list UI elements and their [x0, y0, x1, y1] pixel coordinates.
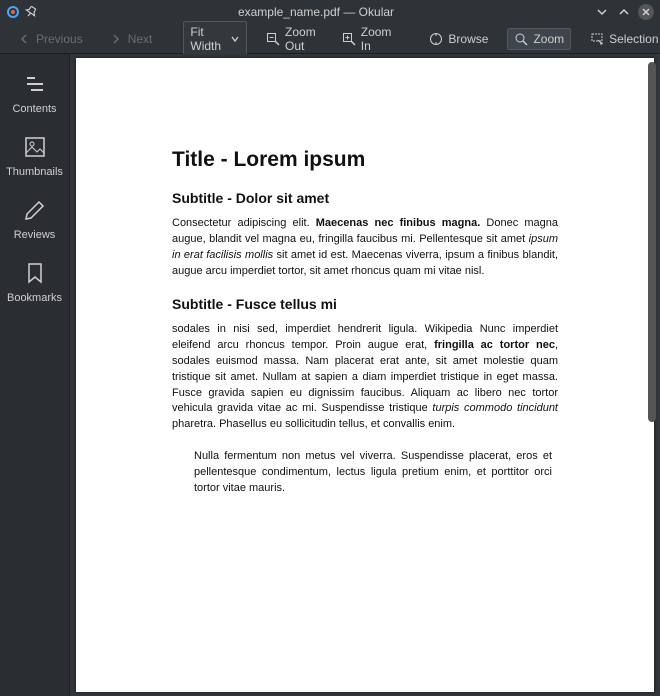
page-number: 1	[76, 527, 654, 696]
chevron-down-icon	[230, 32, 240, 46]
thumbnails-icon	[21, 133, 49, 161]
toolbar: Previous Next Fit Width Zoom Out Zoom In…	[0, 24, 660, 54]
sidebar-item-reviews[interactable]: Reviews	[0, 186, 69, 249]
window-title: example_name.pdf — Okular	[45, 5, 587, 19]
zoom-in-icon	[342, 32, 356, 46]
zoom-in-button[interactable]: Zoom In	[335, 21, 399, 57]
zoom-in-label: Zoom In	[361, 25, 392, 53]
doc-paragraph-1: Consectetur adipiscing elit. Maecenas ne…	[172, 216, 558, 280]
browse-label: Browse	[448, 32, 488, 46]
doc-blockquote: Nulla fermentum non metus vel viverra. S…	[194, 449, 558, 497]
document-page: Title - Lorem ipsum Subtitle - Dolor sit…	[76, 58, 654, 692]
zoom-level-dropdown[interactable]: Fit Width	[183, 21, 247, 57]
app-icons	[6, 5, 38, 19]
browse-button[interactable]: Browse	[422, 28, 495, 50]
previous-label: Previous	[36, 32, 83, 46]
zoom-out-label: Zoom Out	[285, 25, 316, 53]
title-bar: example_name.pdf — Okular	[0, 0, 660, 24]
sidebar-item-label: Contents	[12, 103, 56, 115]
previous-button[interactable]: Previous	[10, 28, 90, 50]
sidebar-item-label: Thumbnails	[6, 166, 63, 178]
sidebar-item-thumbnails[interactable]: Thumbnails	[0, 123, 69, 186]
app-icon	[6, 5, 20, 19]
maximize-icon[interactable]	[616, 4, 632, 20]
doc-subtitle-1: Subtitle - Dolor sit amet	[172, 190, 558, 206]
zoom-out-button[interactable]: Zoom Out	[259, 21, 323, 57]
bookmarks-icon	[21, 259, 49, 287]
zoom-tool-button[interactable]: Zoom	[507, 28, 571, 50]
doc-subtitle-2: Subtitle - Fusce tellus mi	[172, 296, 558, 312]
pin-icon[interactable]	[24, 5, 38, 19]
selection-button[interactable]: Selection	[583, 28, 660, 50]
sidebar-item-contents[interactable]: Contents	[0, 60, 69, 123]
next-label: Next	[128, 32, 153, 46]
document-viewer[interactable]: Title - Lorem ipsum Subtitle - Dolor sit…	[70, 54, 660, 696]
scrollbar-thumb[interactable]	[648, 62, 656, 422]
main-body: Contents Thumbnails Reviews Bookmarks Ti…	[0, 54, 660, 696]
minimize-icon[interactable]	[594, 4, 610, 20]
close-icon[interactable]	[638, 4, 654, 20]
reviews-icon	[21, 196, 49, 224]
selection-icon	[590, 32, 604, 46]
chevron-right-icon	[109, 32, 123, 46]
sidebar-item-bookmarks[interactable]: Bookmarks	[0, 249, 69, 312]
sidebar: Contents Thumbnails Reviews Bookmarks	[0, 54, 70, 696]
sidebar-item-label: Bookmarks	[7, 292, 62, 304]
window-controls	[594, 4, 654, 20]
chevron-left-icon	[17, 32, 31, 46]
browse-icon	[429, 32, 443, 46]
zoom-tool-label: Zoom	[533, 32, 564, 46]
zoom-icon	[514, 32, 528, 46]
zoom-level-label: Fit Width	[190, 25, 224, 53]
sidebar-item-label: Reviews	[14, 229, 56, 241]
zoom-out-icon	[266, 32, 280, 46]
next-button[interactable]: Next	[102, 28, 160, 50]
contents-icon	[21, 70, 49, 98]
doc-paragraph-2: sodales in nisi sed, imperdiet hendrerit…	[172, 322, 558, 434]
doc-title: Title - Lorem ipsum	[172, 148, 558, 172]
selection-label: Selection	[609, 32, 658, 46]
